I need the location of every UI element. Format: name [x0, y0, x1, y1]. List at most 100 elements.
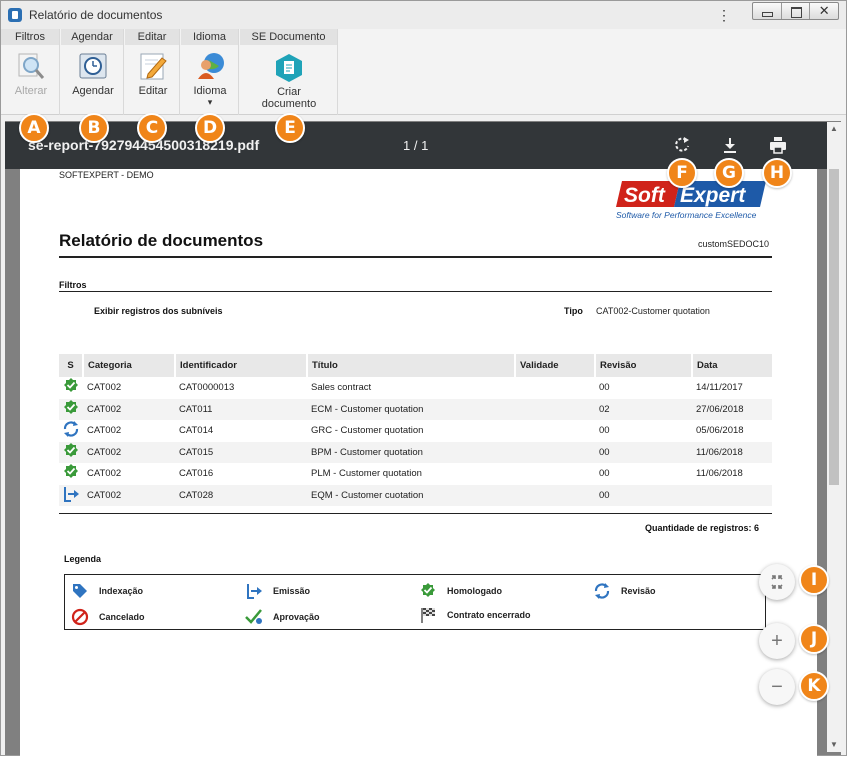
editar-button[interactable]: Editar	[125, 51, 181, 97]
homologado-icon	[59, 463, 83, 485]
table-row: CAT002 CAT028 EQM - Customer cuotation 00	[59, 484, 772, 506]
cell-revisao: 00	[599, 468, 610, 480]
homologado-icon	[59, 398, 83, 420]
cell-titulo: ECM - Customer quotation	[307, 398, 515, 420]
callout-badge: K	[799, 671, 829, 701]
create-document-icon	[274, 53, 304, 83]
cell-data: 11/06/2018	[696, 468, 743, 480]
cell-identificador: CAT011	[175, 398, 307, 420]
cancel-icon	[71, 608, 89, 626]
cell-categoria: CAT002	[87, 382, 122, 394]
callout-badge: A	[19, 113, 49, 143]
cell-validade	[515, 463, 595, 485]
alterar-button[interactable]: Alterar	[3, 51, 59, 97]
close-button[interactable]: ✕	[810, 3, 838, 19]
group-title: SE Documento	[240, 29, 337, 45]
table-row: CAT002 CAT0000013 Sales contract 00 14/11/20…	[59, 377, 772, 399]
print-icon[interactable]	[767, 134, 789, 156]
cell-titulo: Sales contract	[311, 382, 372, 394]
col-revisao: Revisão	[595, 354, 693, 377]
cell-validade	[515, 441, 595, 463]
cell-titulo: BPM - Customer quotation	[307, 441, 515, 463]
fit-page-button[interactable]	[759, 564, 795, 600]
magnifier-icon	[16, 51, 46, 81]
report-title: Relatório de documentos	[59, 231, 264, 250]
table-row: CAT002 CAT014 GRC - Customer quotation 00 05…	[59, 420, 772, 442]
window-controls: ✕	[752, 2, 839, 20]
legend-item: Homologado	[421, 583, 502, 597]
group-idioma: Idioma Idioma ▾	[181, 29, 239, 115]
criar-documento-button[interactable]: Criar documento	[261, 53, 317, 110]
tag-icon	[71, 582, 89, 600]
cell-validade	[515, 377, 595, 399]
cell-categoria: CAT002	[83, 484, 175, 506]
cell-revisao: 00	[595, 484, 692, 506]
group-filtros: Filtros Alterar	[1, 29, 60, 115]
cell-validade	[515, 484, 595, 506]
zoom-in-button[interactable]: +	[759, 623, 795, 659]
col-status: S	[59, 354, 84, 377]
scroll-up-icon[interactable]: ▲	[829, 124, 839, 134]
legend-item: Indexação	[73, 584, 143, 598]
emissao-icon	[59, 484, 83, 506]
download-icon[interactable]	[719, 134, 741, 156]
scroll-down-icon[interactable]: ▼	[829, 740, 839, 750]
revisao-icon	[59, 420, 83, 442]
logo-tagline: Software for Performance Excellence	[616, 210, 757, 220]
documents-table: S Categoria Identificador Título Validad…	[59, 354, 772, 506]
idioma-button[interactable]: Idioma ▾	[182, 51, 238, 107]
cell-data: 14/11/2017	[696, 382, 743, 394]
editar-label: Editar	[138, 85, 168, 97]
cell-revisao: 00	[595, 441, 692, 463]
filters-heading: Filtros	[59, 280, 87, 290]
rotate-icon[interactable]	[671, 134, 693, 156]
zoom-out-button[interactable]: −	[759, 669, 795, 705]
cell-categoria: CAT002	[83, 441, 175, 463]
callout-badge: J	[799, 624, 829, 654]
maximize-button[interactable]	[782, 3, 811, 19]
cell-titulo: EQM - Customer cuotation	[307, 484, 515, 506]
globe-user-icon	[195, 51, 225, 81]
legend-label: Emissão	[273, 586, 311, 596]
legend-label: Homologado	[447, 586, 502, 596]
emissao-icon	[245, 582, 263, 600]
cell-revisao: 00	[599, 425, 610, 437]
logo-expert: Expert	[680, 184, 746, 207]
minimize-button[interactable]	[753, 3, 782, 19]
table-row: CAT002 CAT011 ECM - Customer quotation 02 27…	[59, 398, 772, 420]
agendar-button[interactable]: Agendar	[65, 51, 121, 97]
logo-soft: Soft	[624, 184, 666, 207]
legend-label: Revisão	[621, 586, 656, 596]
legend-item: Emissão	[247, 584, 311, 599]
homologado-icon	[59, 441, 83, 463]
cell-identificador: CAT014	[179, 425, 214, 437]
callout-badge: D	[195, 113, 225, 143]
cell-identificador: CAT015	[175, 441, 307, 463]
cell-identificador: CAT016	[179, 468, 214, 480]
ribbon: Filtros Alterar Agendar Agendar Editar E…	[1, 29, 846, 115]
callout-badge: E	[275, 113, 305, 143]
callout-badge: B	[79, 113, 109, 143]
criar-label: Criar	[277, 86, 301, 98]
cell-categoria: CAT002	[87, 468, 122, 480]
col-identificador: Identificador	[175, 354, 308, 377]
callout-badge: H	[762, 158, 792, 188]
cell-data	[692, 484, 772, 506]
more-options-icon[interactable]: ⋮	[717, 6, 731, 24]
title-bar: Relatório de documentos ⋮ ✕	[1, 1, 846, 29]
chevron-down-icon[interactable]: ▾	[182, 97, 238, 107]
table-header-row: S Categoria Identificador Título Validad…	[59, 354, 772, 377]
group-se-documento: SE Documento Criar documento	[240, 29, 338, 115]
legend-item: Contrato encerrado	[421, 608, 531, 623]
cell-revisao: 02	[595, 398, 692, 420]
scroll-thumb[interactable]	[829, 169, 839, 485]
table-row: CAT002 CAT016 PLM - Customer quotation 00 11…	[59, 463, 772, 485]
group-title: Editar	[125, 29, 179, 45]
filter-subnivel: Exibir registros dos subníveis	[94, 306, 223, 316]
idioma-label: Idioma	[193, 85, 227, 97]
col-data: Data	[692, 354, 772, 377]
cell-validade	[515, 420, 595, 442]
revisao-icon	[593, 582, 611, 600]
cell-data: 05/06/2018	[696, 425, 744, 437]
legend-label: Cancelado	[99, 612, 145, 622]
